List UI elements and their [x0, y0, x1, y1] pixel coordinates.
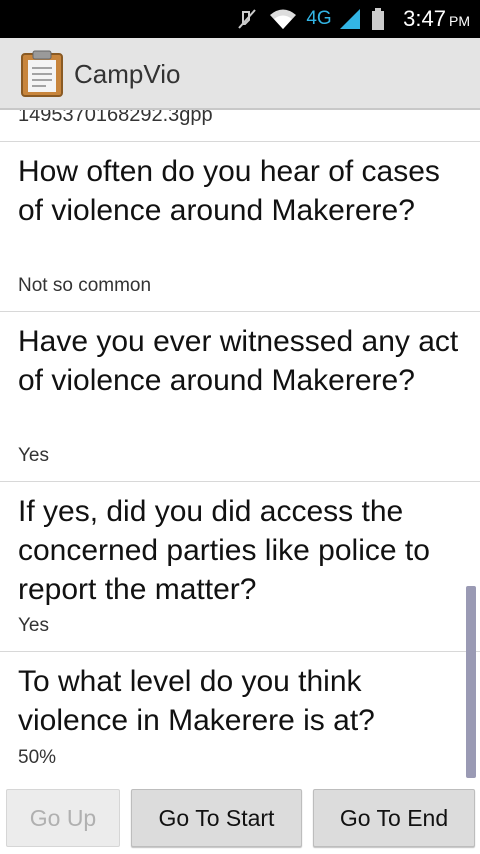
answer-text: Yes: [18, 615, 49, 636]
signal-icon: [336, 0, 364, 38]
go-to-start-button[interactable]: Go To Start: [131, 789, 302, 847]
audio-file-name: 1495370168292.3gpp: [18, 110, 213, 126]
question-list[interactable]: 1495370168292.3gpp How often do you hear…: [0, 110, 480, 780]
network-type-label: 4G: [306, 8, 332, 29]
list-item[interactable]: If yes, did you did access the concerned…: [0, 482, 480, 650]
list-item[interactable]: How often do you hear of cases of violen…: [0, 142, 480, 310]
clipboard-icon[interactable]: [20, 50, 64, 98]
status-bar: 4G 3:47 PM: [0, 0, 480, 38]
scrollbar[interactable]: [466, 586, 476, 778]
go-up-button[interactable]: Go Up: [6, 789, 120, 847]
battery-icon: [368, 0, 388, 38]
app-title: CampVio: [74, 59, 181, 89]
go-to-end-button[interactable]: Go To End: [313, 789, 475, 847]
question-text: How often do you hear of cases of violen…: [18, 155, 440, 227]
wifi-icon: [266, 0, 300, 38]
mute-icon: [234, 0, 260, 38]
question-text: To what level do you think violence in M…: [18, 665, 375, 737]
list-item[interactable]: Have you ever witnessed any act of viole…: [0, 312, 480, 480]
list-item[interactable]: To what level do you think violence in M…: [0, 652, 480, 780]
action-bar: CampVio: [0, 38, 480, 110]
answer-text: 50%: [18, 747, 57, 768]
answer-text: Not so common: [18, 275, 152, 296]
status-clock: 3:47 PM: [403, 0, 470, 38]
question-text: If yes, did you did access the concerned…: [18, 495, 430, 606]
clock-time: 3:47: [403, 6, 446, 31]
question-text: Have you ever witnessed any act of viole…: [18, 325, 459, 397]
clock-ampm: PM: [449, 13, 470, 29]
answer-text: Yes: [18, 445, 49, 466]
